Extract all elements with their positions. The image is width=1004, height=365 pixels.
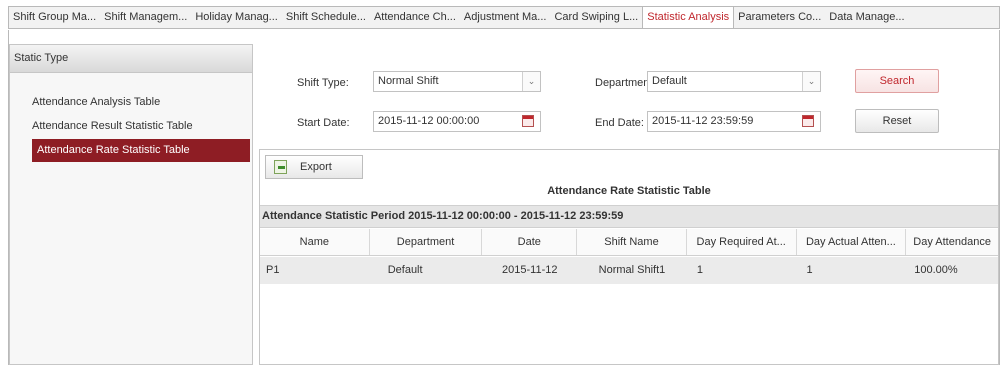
shift-type-select[interactable]: Normal Shift ⌄: [373, 71, 541, 92]
tab-shift-schedule[interactable]: Shift Schedule...: [282, 7, 370, 28]
column-header-day-attendance[interactable]: Day Attendance: [906, 229, 998, 255]
shift-type-value: Normal Shift: [378, 75, 439, 87]
sidebar-item-attendance-result-statistic-table[interactable]: Attendance Result Statistic Table: [32, 115, 250, 138]
sidebar-header: Static Type: [10, 45, 252, 73]
tab-attendance-check[interactable]: Attendance Ch...: [370, 7, 460, 28]
end-date-value: 2015-11-12 23:59:59: [652, 115, 754, 127]
end-date-label: End Date:: [595, 117, 644, 129]
column-header-name[interactable]: Name: [260, 229, 370, 255]
tab-parameters-config[interactable]: Parameters Co...: [734, 7, 825, 28]
sidebar-item-attendance-rate-statistic-table[interactable]: Attendance Rate Statistic Table: [32, 139, 250, 162]
cell-day-actual-attendance: 1: [806, 264, 813, 276]
cell-date: 2015-11-12: [502, 264, 558, 276]
sidebar-item-attendance-analysis-table[interactable]: Attendance Analysis Table: [32, 91, 250, 114]
table-title: Attendance Rate Statistic Table: [547, 185, 711, 197]
column-header-date[interactable]: Date: [482, 229, 578, 255]
static-type-sidebar: Static Type Attendance Analysis Table At…: [9, 44, 253, 365]
chevron-down-icon: ⌄: [522, 72, 540, 91]
statistic-period: Attendance Statistic Period 2015-11-12 0…: [260, 205, 998, 228]
start-date-value: 2015-11-12 00:00:00: [378, 115, 480, 127]
main-frame: Static Type Attendance Analysis Table At…: [8, 30, 1000, 365]
tab-shift-group-management[interactable]: Shift Group Ma...: [9, 7, 100, 28]
tab-shift-management[interactable]: Shift Managem...: [100, 7, 191, 28]
column-header-day-actual-attendance[interactable]: Day Actual Atten...: [797, 229, 907, 255]
table-row[interactable]: P1 Default 2015-11-12 Normal Shift1 1 1 …: [260, 257, 998, 284]
export-button[interactable]: Export: [265, 155, 363, 179]
calendar-icon[interactable]: [522, 115, 534, 127]
column-header-department[interactable]: Department: [370, 229, 483, 255]
shift-type-label: Shift Type:: [297, 77, 349, 89]
end-date-field[interactable]: 2015-11-12 23:59:59: [647, 111, 821, 132]
tab-holiday-management[interactable]: Holiday Manag...: [191, 7, 282, 28]
tab-data-management[interactable]: Data Manage...: [825, 7, 908, 28]
start-date-label: Start Date:: [297, 117, 350, 129]
cell-department: Default: [387, 264, 423, 276]
module-tab-bar: Shift Group Ma... Shift Managem... Holid…: [8, 6, 1000, 29]
tab-statistic-analysis[interactable]: Statistic Analysis: [642, 7, 735, 28]
search-button[interactable]: Search: [855, 69, 939, 93]
department-value: Default: [652, 75, 687, 87]
cell-name: P1: [266, 264, 280, 276]
tab-adjustment-management[interactable]: Adjustment Ma...: [460, 7, 551, 28]
export-label: Export: [300, 161, 332, 173]
export-icon: [274, 160, 287, 174]
chevron-down-icon: ⌄: [802, 72, 820, 91]
tab-card-swiping-log[interactable]: Card Swiping L...: [550, 7, 642, 28]
department-select[interactable]: Default ⌄: [647, 71, 821, 92]
cell-shift-name: Normal Shift1: [598, 264, 666, 276]
start-date-field[interactable]: 2015-11-12 00:00:00: [373, 111, 541, 132]
statistic-table-panel: Export Attendance Rate Statistic Table A…: [259, 149, 999, 365]
calendar-icon[interactable]: [802, 115, 814, 127]
column-header-shift-name[interactable]: Shift Name: [577, 229, 687, 255]
column-header-day-required-attendance[interactable]: Day Required At...: [687, 229, 797, 255]
cell-day-attendance: 100.00%: [914, 264, 958, 276]
table-header-row: Name Department Date Shift Name Day Requ…: [260, 229, 998, 256]
reset-button[interactable]: Reset: [855, 109, 939, 133]
cell-day-required-attendance: 1: [696, 264, 703, 276]
